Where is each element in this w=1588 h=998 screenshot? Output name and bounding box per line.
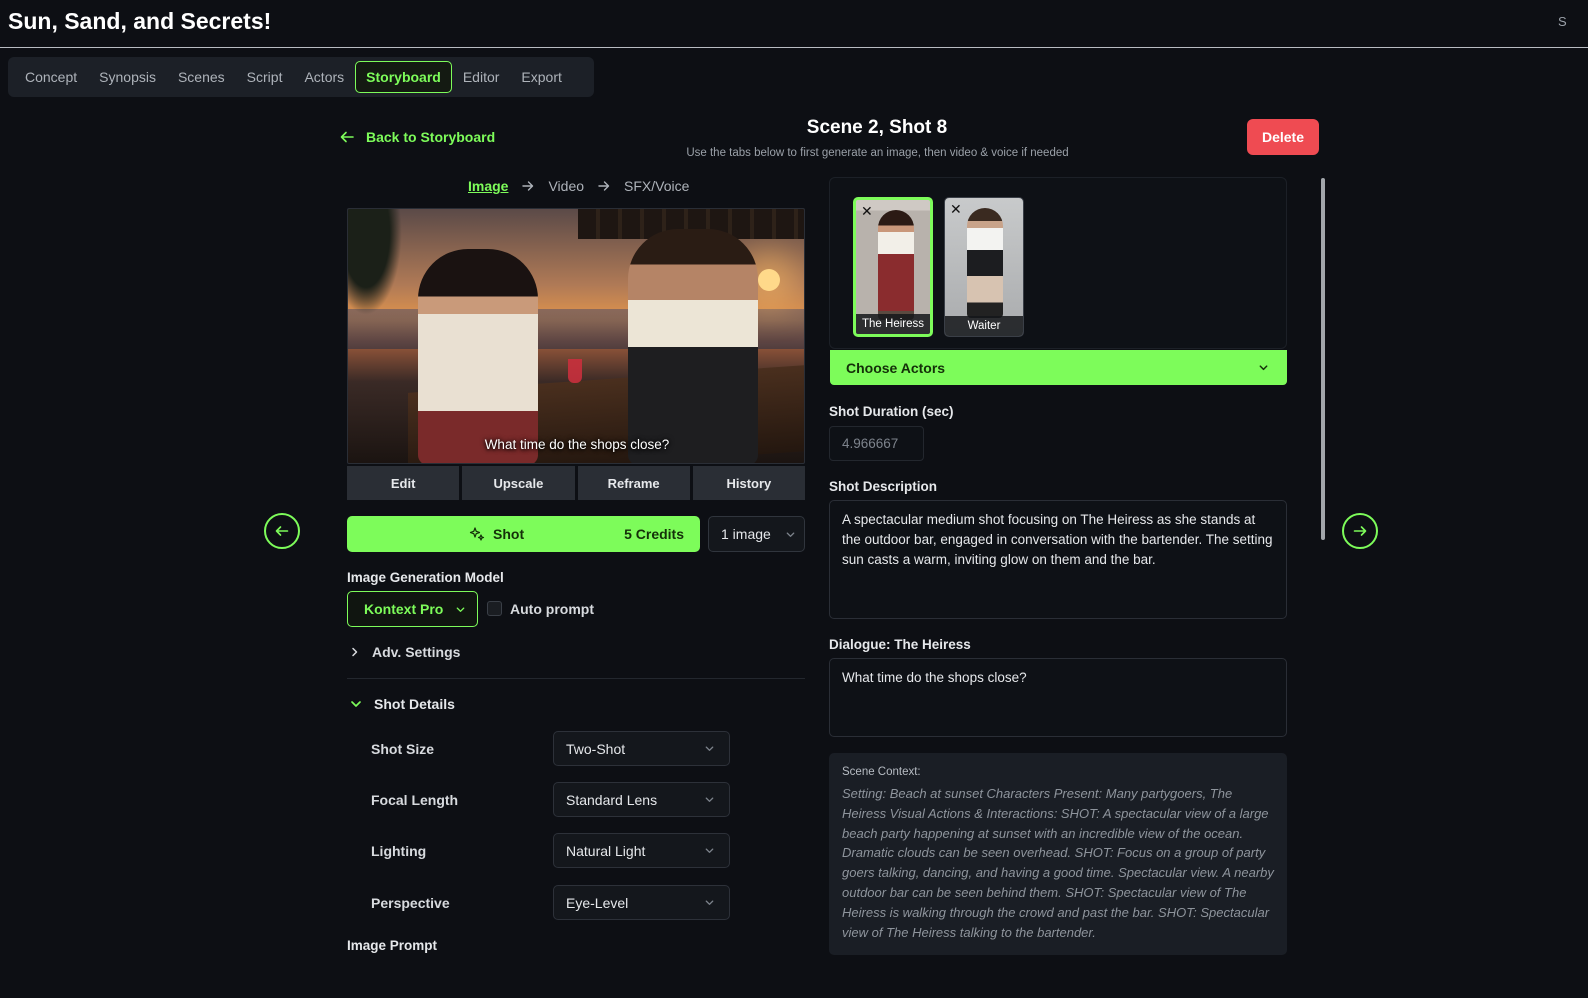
choose-actors-dropdown[interactable]: Choose Actors <box>830 350 1287 385</box>
chevron-right-icon <box>352 647 358 657</box>
preview-waiter-figure <box>628 229 758 463</box>
image-actions: Edit Upscale Reframe History <box>347 466 805 500</box>
right-panel-scrollbar[interactable] <box>1321 178 1325 540</box>
chevron-down-icon <box>705 746 714 751</box>
chevron-down-icon <box>1259 365 1268 371</box>
generate-label-group: Shot <box>469 526 524 542</box>
dialogue-label: Dialogue: The Heiress <box>829 637 971 652</box>
tab-actors[interactable]: Actors <box>293 61 355 93</box>
tab-editor[interactable]: Editor <box>452 61 511 93</box>
tab-storyboard[interactable]: Storyboard <box>355 61 452 93</box>
actor-photo <box>878 210 914 320</box>
arrow-right-icon <box>598 181 610 191</box>
actor-card-waiter[interactable]: ✕ Waiter <box>944 197 1024 337</box>
step-image[interactable]: Image <box>468 178 508 194</box>
perspective-select[interactable]: Eye-Level <box>553 885 730 920</box>
top-right-clipped-text: S <box>1558 14 1567 29</box>
auto-prompt-label: Auto prompt <box>510 601 594 617</box>
model-label: Image Generation Model <box>347 570 504 585</box>
perspective-label: Perspective <box>371 895 450 911</box>
lighting-label: Lighting <box>371 843 427 859</box>
focal-length-label: Focal Length <box>371 792 459 808</box>
arrow-right-icon <box>1353 526 1367 536</box>
tab-scenes[interactable]: Scenes <box>167 61 236 93</box>
back-to-storyboard-link[interactable]: Back to Storyboard <box>340 129 495 145</box>
shot-subtitle: Use the tabs below to first generate an … <box>686 147 1069 159</box>
generate-credits: 5 Credits <box>624 526 684 542</box>
chevron-down-icon <box>351 701 361 707</box>
image-prompt-label: Image Prompt <box>347 938 438 953</box>
history-button[interactable]: History <box>692 466 805 500</box>
auto-prompt-checkbox[interactable] <box>487 601 502 616</box>
preview-sun <box>758 269 780 291</box>
lighting-value: Natural Light <box>566 842 646 859</box>
delete-button[interactable]: Delete <box>1247 119 1319 155</box>
upscale-button[interactable]: Upscale <box>462 466 575 500</box>
perspective-value: Eye-Level <box>566 894 629 911</box>
chevron-down-icon <box>456 606 465 612</box>
shot-size-value: Two-Shot <box>566 740 626 757</box>
chevron-down-icon <box>786 531 795 537</box>
edit-button[interactable]: Edit <box>347 466 460 500</box>
adv-settings-label: Adv. Settings <box>372 644 461 660</box>
chevron-down-icon <box>705 848 714 853</box>
generate-shot-button[interactable]: Shot 5 Credits <box>347 516 700 552</box>
dialogue-textarea[interactable]: What time do the shops close? <box>829 658 1287 737</box>
actor-photo <box>967 208 1003 318</box>
previous-shot-button[interactable] <box>264 513 300 549</box>
preview-cocktail-glass <box>568 359 582 383</box>
step-video[interactable]: Video <box>548 178 584 194</box>
step-sfx-voice[interactable]: SFX/Voice <box>624 178 689 194</box>
shot-title: Scene 2, Shot 8 <box>806 117 948 138</box>
tab-export[interactable]: Export <box>510 61 572 93</box>
chevron-down-icon <box>705 900 714 905</box>
main-tabbar: Concept Synopsis Scenes Script Actors St… <box>8 57 594 97</box>
image-count-value: 1 image <box>721 526 771 542</box>
choose-actors-label: Choose Actors <box>846 359 946 376</box>
reframe-button[interactable]: Reframe <box>577 466 690 500</box>
section-divider <box>347 678 805 679</box>
sparkles-icon <box>469 527 485 541</box>
shot-duration-input[interactable]: 4.966667 <box>829 426 924 461</box>
model-value: Kontext Pro <box>364 601 444 617</box>
chevron-down-icon <box>705 797 714 802</box>
back-link-label: Back to Storyboard <box>366 129 496 145</box>
lighting-select[interactable]: Natural Light <box>553 833 730 868</box>
arrow-left-icon <box>340 131 354 143</box>
actor-name: Waiter <box>945 316 1023 336</box>
actor-name: The Heiress <box>856 314 930 334</box>
shot-description-textarea[interactable]: A spectacular medium shot focusing on Th… <box>829 500 1287 619</box>
shot-description-label: Shot Description <box>829 479 938 494</box>
arrow-right-icon <box>522 181 534 191</box>
scene-context-title: Scene Context: <box>842 766 921 778</box>
scene-context-text: Setting: Beach at sunset Characters Pres… <box>842 786 1274 940</box>
scene-context-panel: Scene Context: Setting: Beach at sunset … <box>829 753 1287 955</box>
focal-length-value: Standard Lens <box>566 791 658 808</box>
arrow-left-icon <box>275 526 289 536</box>
generate-label: Shot <box>493 526 525 542</box>
next-shot-button[interactable] <box>1342 513 1378 549</box>
workflow-steps: Image Video SFX/Voice <box>468 178 689 194</box>
shot-details-toggle[interactable]: Shot Details <box>350 696 455 712</box>
preview-palm <box>348 209 408 329</box>
shot-size-select[interactable]: Two-Shot <box>553 731 730 766</box>
remove-actor-icon[interactable]: ✕ <box>861 203 873 220</box>
header-divider <box>0 47 1588 48</box>
tab-synopsis[interactable]: Synopsis <box>88 61 167 93</box>
preview-caption: What time do the shops close? <box>484 437 670 452</box>
shot-image-preview[interactable]: What time do the shops close? <box>347 208 805 464</box>
focal-length-select[interactable]: Standard Lens <box>553 782 730 817</box>
shot-details-label: Shot Details <box>374 696 455 712</box>
preview-heiress-figure <box>418 249 538 463</box>
model-select[interactable]: Kontext Pro <box>347 591 478 627</box>
shot-duration-label: Shot Duration (sec) <box>829 404 954 419</box>
image-count-select[interactable]: 1 image <box>708 516 805 552</box>
app-title: Sun, Sand, and Secrets! <box>8 8 272 34</box>
shot-size-label: Shot Size <box>371 741 435 757</box>
remove-actor-icon[interactable]: ✕ <box>950 201 962 218</box>
adv-settings-toggle[interactable]: Adv. Settings <box>350 644 460 660</box>
tab-concept[interactable]: Concept <box>14 61 88 93</box>
tab-script[interactable]: Script <box>236 61 294 93</box>
actor-card-the-heiress[interactable]: ✕ The Heiress <box>853 197 933 337</box>
